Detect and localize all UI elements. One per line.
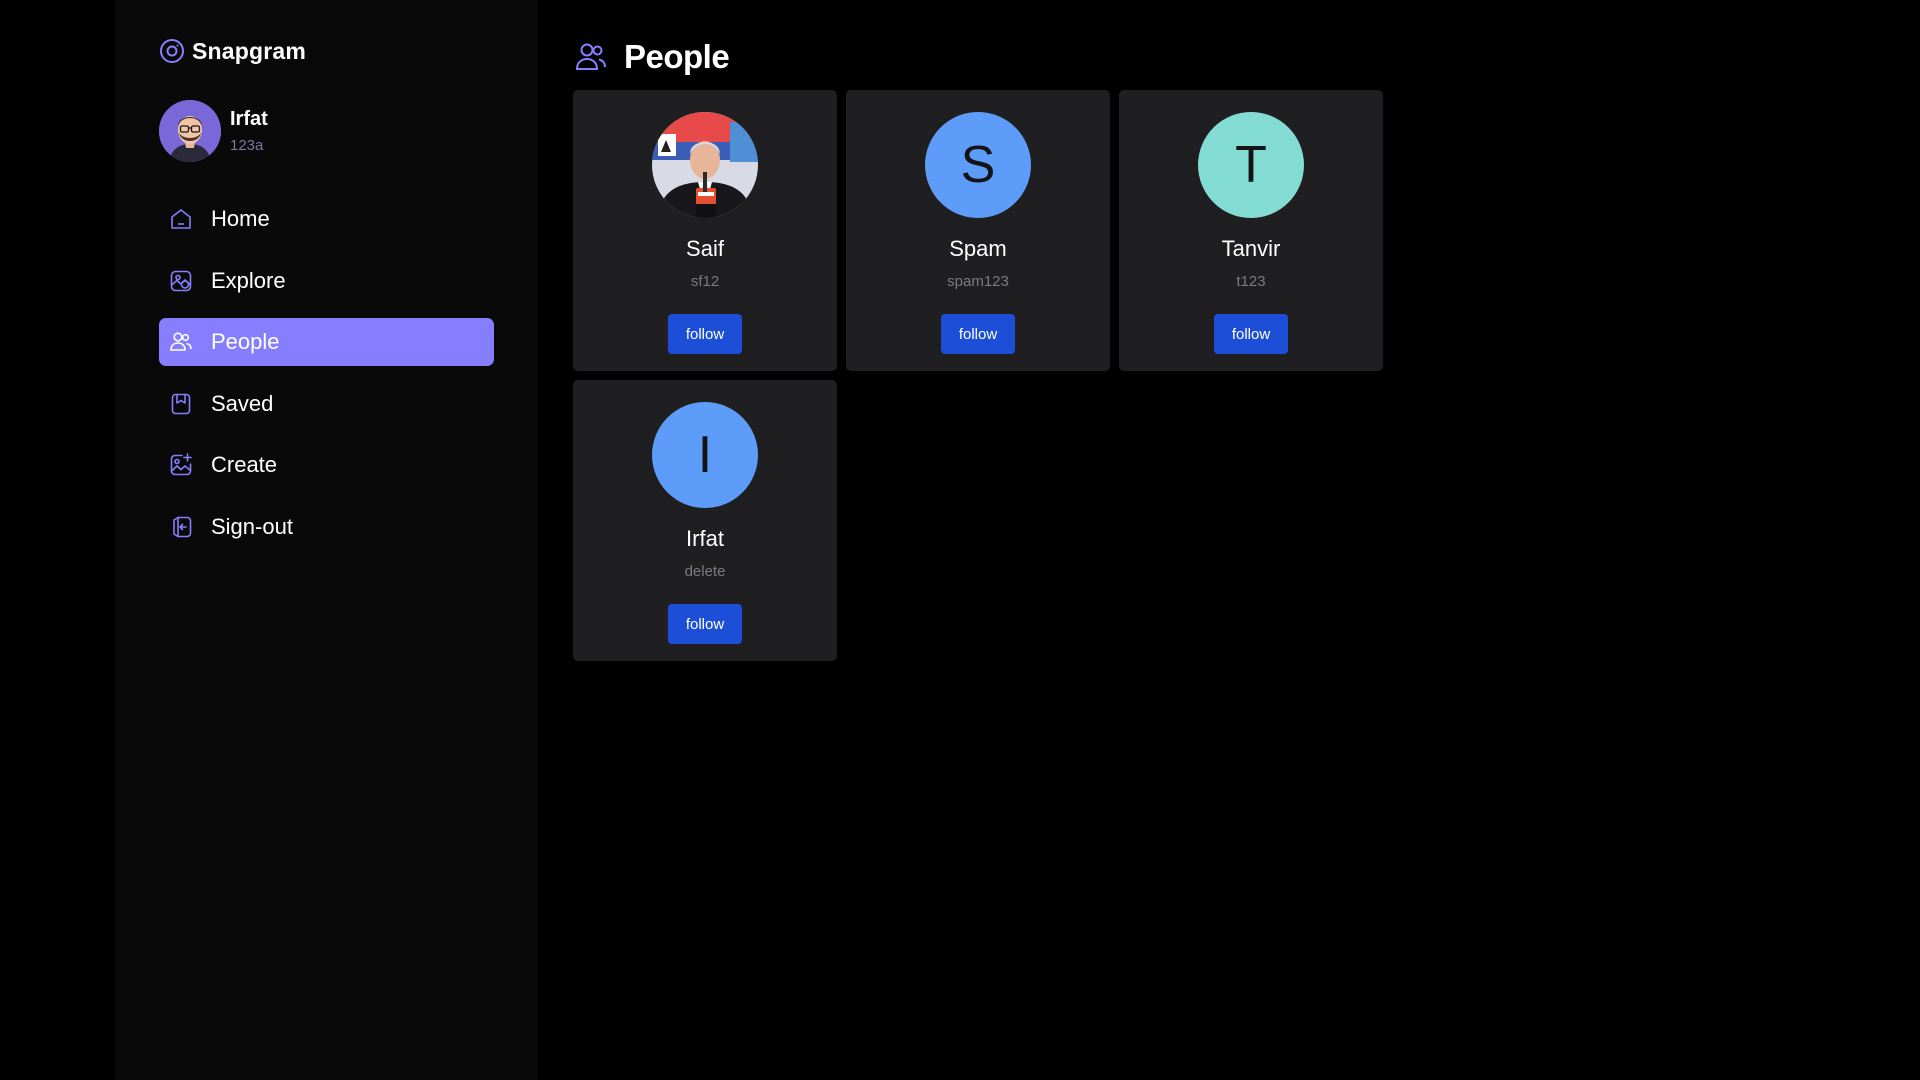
app-logo[interactable]: Snapgram — [159, 36, 306, 66]
bookmark-icon — [171, 393, 191, 414]
sidebar-item-explore[interactable]: Explore — [159, 257, 494, 305]
person-name: Tanvir — [1221, 236, 1281, 261]
page-header: People — [574, 36, 730, 78]
person-name: Saif — [686, 236, 724, 261]
sidebar-nav: Home Explore People Saved Create Sign-ou… — [159, 195, 494, 564]
person-card[interactable]: I Irfat delete follow — [573, 380, 837, 661]
instagram-logo-icon — [160, 39, 184, 63]
user-profile[interactable]: Irfat 123a — [159, 100, 268, 162]
user-info: Irfat 123a — [230, 108, 268, 154]
sidebar-item-label: People — [211, 329, 280, 354]
explore-icon — [170, 270, 192, 291]
sidebar-item-saved[interactable]: Saved — [159, 380, 494, 428]
person-card[interactable]: Saif sf12 follow — [573, 90, 837, 371]
page-title: People — [624, 38, 730, 75]
person-card[interactable]: T Tanvir t123 follow — [1119, 90, 1383, 371]
create-image-icon — [170, 453, 192, 476]
person-handle: sf12 — [690, 273, 720, 290]
home-icon — [171, 209, 191, 229]
sidebar-item-label: Home — [211, 206, 270, 231]
sidebar-item-home[interactable]: Home — [159, 195, 494, 243]
left-sidebar: Snapgram Irfat 123a Home Explore People … — [115, 0, 538, 1080]
user-avatar[interactable] — [159, 100, 221, 162]
person-avatar[interactable]: S — [925, 112, 1031, 218]
follow-button[interactable]: follow — [1214, 314, 1288, 354]
person-handle: t123 — [1236, 273, 1266, 290]
avatar-illustration — [159, 100, 221, 162]
person-avatar[interactable]: T — [1198, 112, 1304, 218]
sidebar-item-sign-out[interactable]: Sign-out — [159, 503, 494, 551]
sidebar-item-create[interactable]: Create — [159, 441, 494, 489]
people-grid: Saif sf12 follow S Spam spam123 follow T… — [573, 90, 1383, 661]
user-name: Irfat — [230, 108, 268, 130]
people-icon — [575, 43, 606, 70]
user-handle: 123a — [230, 137, 264, 154]
app-root: Snapgram Irfat 123a Home Explore People … — [0, 0, 1920, 1080]
people-icon — [170, 332, 192, 351]
person-name: Spam — [949, 236, 1007, 261]
sidebar-item-label: Explore — [211, 267, 286, 293]
follow-button[interactable]: follow — [941, 314, 1015, 354]
sidebar-item-label: Create — [211, 452, 278, 477]
sidebar-item-people[interactable]: People — [159, 318, 494, 366]
app-name: Snapgram — [192, 37, 307, 64]
avatar-photo — [652, 112, 758, 218]
person-avatar[interactable]: I — [652, 402, 758, 508]
person-card[interactable]: S Spam spam123 follow — [846, 90, 1110, 371]
person-handle: spam123 — [947, 273, 1009, 290]
person-name: Irfat — [686, 526, 724, 551]
sign-out-icon — [173, 516, 192, 537]
person-avatar[interactable] — [652, 112, 758, 218]
follow-button[interactable]: follow — [668, 604, 742, 644]
sidebar-item-label: Sign-out — [211, 513, 293, 539]
follow-button[interactable]: follow — [668, 314, 742, 354]
person-handle: delete — [684, 563, 726, 580]
sidebar-item-label: Saved — [211, 390, 274, 416]
